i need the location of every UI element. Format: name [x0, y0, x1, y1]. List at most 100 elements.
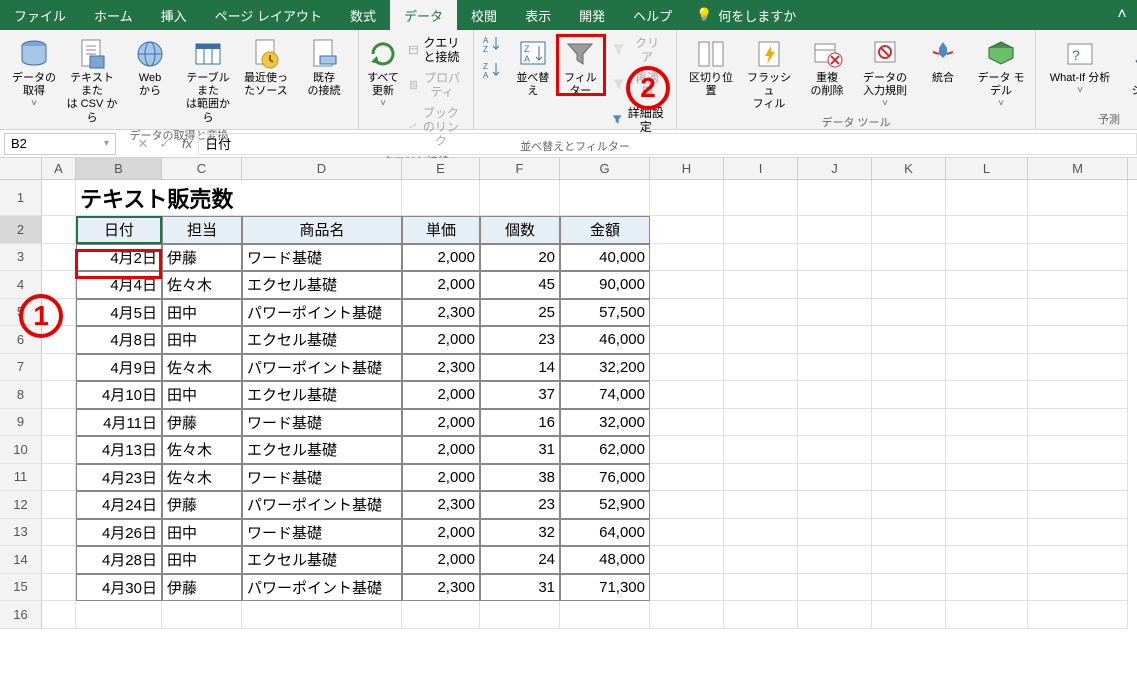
table-header-0[interactable]: 日付	[76, 216, 162, 244]
cell[interactable]	[42, 491, 76, 519]
cell[interactable]	[42, 354, 76, 382]
table-cell[interactable]: パワーポイント基礎	[242, 491, 402, 519]
cell[interactable]	[1028, 601, 1128, 629]
cell[interactable]	[872, 381, 946, 409]
cell[interactable]	[650, 409, 724, 437]
cell[interactable]	[724, 381, 798, 409]
cell[interactable]	[162, 601, 242, 629]
row-header-5[interactable]: 5	[0, 299, 42, 327]
sort-asc-button[interactable]: AZ	[482, 34, 506, 54]
from-text-csv-button[interactable]: テキストまた は CSV から	[66, 34, 118, 125]
cell[interactable]	[1028, 436, 1128, 464]
cell[interactable]	[76, 601, 162, 629]
cell-A2[interactable]	[42, 216, 76, 244]
sort-desc-button[interactable]: ZA	[482, 60, 506, 80]
table-cell[interactable]: 2,000	[402, 519, 480, 547]
table-cell[interactable]: 4月4日	[76, 271, 162, 299]
table-header-3[interactable]: 単価	[402, 216, 480, 244]
column-header-M[interactable]: M	[1028, 158, 1128, 179]
cell[interactable]	[946, 436, 1028, 464]
cell[interactable]	[872, 546, 946, 574]
table-cell[interactable]: 71,300	[560, 574, 650, 602]
cell[interactable]	[798, 574, 872, 602]
cell[interactable]	[42, 546, 76, 574]
cell[interactable]	[650, 436, 724, 464]
table-cell[interactable]: 37	[480, 381, 560, 409]
cell[interactable]	[724, 271, 798, 299]
table-cell[interactable]: 24	[480, 546, 560, 574]
table-cell[interactable]: 76,000	[560, 464, 650, 492]
cell[interactable]	[724, 574, 798, 602]
tab-view[interactable]: 表示	[511, 0, 565, 30]
table-cell[interactable]: 2,000	[402, 326, 480, 354]
row-header-2[interactable]: 2	[0, 216, 42, 244]
select-all-corner[interactable]	[0, 158, 42, 179]
cell[interactable]	[650, 326, 724, 354]
cell[interactable]	[480, 601, 560, 629]
cell[interactable]	[946, 409, 1028, 437]
cell[interactable]	[946, 519, 1028, 547]
cell[interactable]	[650, 546, 724, 574]
cell[interactable]	[724, 519, 798, 547]
row-header-10[interactable]: 10	[0, 436, 42, 464]
cell[interactable]	[798, 381, 872, 409]
cell[interactable]	[650, 299, 724, 327]
cell[interactable]	[650, 464, 724, 492]
from-web-button[interactable]: Web から	[124, 34, 176, 98]
cell[interactable]	[650, 519, 724, 547]
table-cell[interactable]: 4月13日	[76, 436, 162, 464]
cell[interactable]	[42, 271, 76, 299]
name-box[interactable]: B2	[4, 133, 116, 155]
table-cell[interactable]: 佐々木	[162, 354, 242, 382]
table-cell[interactable]: ワード基礎	[242, 409, 402, 437]
cell[interactable]	[798, 326, 872, 354]
cell[interactable]	[724, 299, 798, 327]
cell[interactable]	[1028, 180, 1128, 216]
reapply-button[interactable]: 再適用	[607, 69, 668, 102]
table-cell[interactable]: 20	[480, 244, 560, 272]
table-cell[interactable]: 90,000	[560, 271, 650, 299]
cell[interactable]	[946, 299, 1028, 327]
cancel-input-icon[interactable]: ✕	[132, 136, 154, 152]
cell[interactable]	[1028, 271, 1128, 299]
table-cell[interactable]: 74,000	[560, 381, 650, 409]
cell[interactable]	[946, 354, 1028, 382]
table-cell[interactable]: 佐々木	[162, 464, 242, 492]
cell[interactable]	[798, 354, 872, 382]
table-cell[interactable]: エクセル基礎	[242, 271, 402, 299]
cell[interactable]	[560, 601, 650, 629]
cell[interactable]	[42, 601, 76, 629]
column-header-B[interactable]: B	[76, 158, 162, 179]
queries-connections-button[interactable]: クエリと接続	[405, 34, 465, 67]
column-header-E[interactable]: E	[402, 158, 480, 179]
row-header-14[interactable]: 14	[0, 546, 42, 574]
column-header-H[interactable]: H	[650, 158, 724, 179]
table-cell[interactable]: 4月2日	[76, 244, 162, 272]
existing-connections-button[interactable]: 既存 の接続	[298, 34, 350, 98]
data-model-button[interactable]: データ モ デル	[975, 34, 1027, 110]
cell[interactable]	[946, 464, 1028, 492]
table-cell[interactable]: 田中	[162, 381, 242, 409]
cell[interactable]	[724, 180, 798, 216]
cell[interactable]	[872, 180, 946, 216]
tab-pagelayout[interactable]: ページ レイアウト	[201, 0, 336, 30]
cell[interactable]	[946, 381, 1028, 409]
cell-A1[interactable]	[42, 180, 76, 216]
cell[interactable]	[402, 601, 480, 629]
tab-file[interactable]: ファイル	[0, 0, 80, 30]
table-cell[interactable]: 2,300	[402, 574, 480, 602]
cell[interactable]	[1028, 326, 1128, 354]
table-cell[interactable]: 38	[480, 464, 560, 492]
table-cell[interactable]: 2,300	[402, 354, 480, 382]
table-cell[interactable]: 4月8日	[76, 326, 162, 354]
cell[interactable]	[872, 216, 946, 244]
cell[interactable]	[946, 244, 1028, 272]
table-cell[interactable]: 62,000	[560, 436, 650, 464]
cell[interactable]	[724, 216, 798, 244]
formula-input[interactable]: 日付	[198, 133, 1137, 155]
table-cell[interactable]: 32,200	[560, 354, 650, 382]
row-header-4[interactable]: 4	[0, 271, 42, 299]
cell[interactable]	[872, 519, 946, 547]
cell[interactable]	[946, 601, 1028, 629]
cell[interactable]	[650, 271, 724, 299]
